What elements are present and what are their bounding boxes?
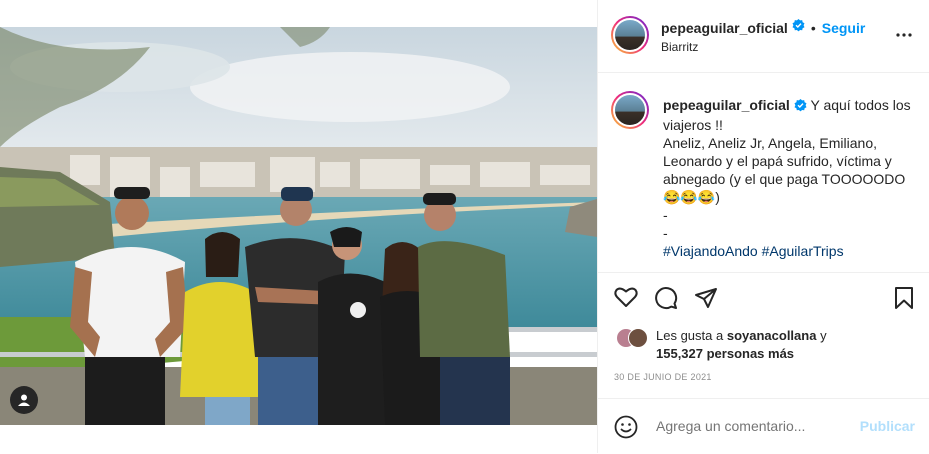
emoji-icon[interactable] xyxy=(614,415,638,444)
post-date[interactable]: 30 DE JUNIO DE 2021 xyxy=(614,372,712,382)
caption-avatar[interactable] xyxy=(611,91,649,129)
caption-text: pepeaguilar_oficial Y aquí todos los via… xyxy=(663,96,913,260)
caption-username[interactable]: pepeaguilar_oficial xyxy=(663,97,790,113)
bookmark-icon[interactable] xyxy=(894,286,914,315)
caption-line: - xyxy=(663,207,668,223)
likes-prefix: Les gusta a xyxy=(656,328,724,343)
hashtag-link[interactable]: #AguilarTrips xyxy=(762,243,844,259)
header-name-row: pepeaguilar_oficial • Seguir xyxy=(661,19,865,37)
likes-connector: y xyxy=(820,328,827,343)
likes-count[interactable]: 155,327 personas más xyxy=(656,346,794,361)
publish-button[interactable]: Publicar xyxy=(860,418,915,434)
caption-hashtags: #ViajandoAndo #AguilarTrips xyxy=(663,242,913,260)
liker-avatars[interactable] xyxy=(616,328,652,348)
verified-badge-icon xyxy=(794,98,807,116)
comment-input[interactable] xyxy=(654,417,858,435)
more-options-icon[interactable] xyxy=(895,26,913,49)
post-sidebar: pepeaguilar_oficial • Seguir Biarritz pe… xyxy=(597,0,929,453)
header-username[interactable]: pepeaguilar_oficial xyxy=(661,20,788,36)
comment-box: Publicar xyxy=(598,398,929,454)
user-tag-icon[interactable] xyxy=(10,386,38,414)
follow-button[interactable]: Seguir xyxy=(822,20,866,36)
caption-line: Aneliz, Aneliz Jr, Angela, Emiliano, Leo… xyxy=(663,135,906,205)
post-media-area xyxy=(0,0,597,453)
post-header: pepeaguilar_oficial • Seguir Biarritz xyxy=(598,0,929,73)
post-location[interactable]: Biarritz xyxy=(661,40,698,54)
post-actions xyxy=(598,272,929,328)
post-photo[interactable] xyxy=(0,27,597,425)
heart-icon[interactable] xyxy=(614,286,638,313)
avatar[interactable] xyxy=(611,16,649,54)
hashtag-link[interactable]: #ViajandoAndo xyxy=(663,243,758,259)
likes-text: Les gusta a soyanacollana y 155,327 pers… xyxy=(656,327,896,363)
comment-icon[interactable] xyxy=(654,286,678,315)
post-caption: pepeaguilar_oficial Y aquí todos los via… xyxy=(598,72,929,273)
liker-username[interactable]: soyanacollana xyxy=(727,328,817,343)
verified-badge-icon xyxy=(792,19,805,37)
separator-dot: • xyxy=(810,20,816,36)
share-icon[interactable] xyxy=(694,286,718,315)
caption-line: - xyxy=(663,225,668,241)
